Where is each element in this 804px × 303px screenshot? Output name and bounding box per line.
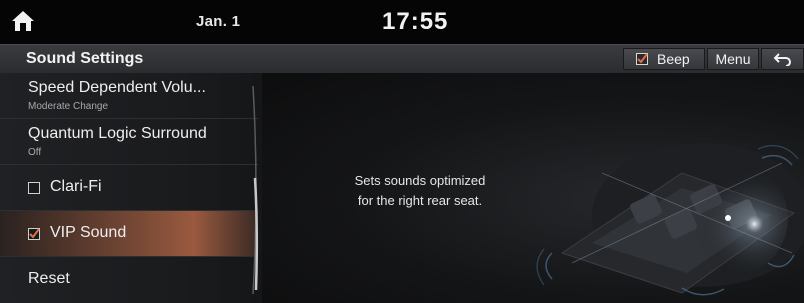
car-speaker-illustration	[536, 143, 804, 296]
home-icon[interactable]	[10, 8, 36, 34]
screen: Jan. 1 17:55 Sound Settings Beep Menu Sp…	[0, 0, 804, 303]
page-title: Sound Settings	[26, 50, 144, 67]
description-line-1: Sets sounds optimized	[354, 173, 486, 188]
description-line-2: for the right rear seat.	[357, 193, 483, 208]
list-item-label: Speed Dependent Volu...	[28, 79, 206, 96]
list-item-label: VIP Sound	[50, 224, 127, 241]
list-item-speed-dependent-volume[interactable]: Speed Dependent Volu... Moderate Change	[0, 73, 258, 119]
list-item-label: Clari-Fi	[50, 178, 102, 195]
list-item-label: Quantum Logic Surround	[28, 125, 207, 142]
description-text: Sets sounds optimized for the right rear…	[280, 171, 560, 211]
beep-label: Beep	[657, 51, 690, 67]
list-item-quantum-logic-surround[interactable]: Quantum Logic Surround Off	[0, 119, 258, 165]
list-scrollbar[interactable]	[252, 82, 260, 298]
beep-toggle-button[interactable]: Beep	[623, 48, 705, 70]
status-bar: Jan. 1 17:55	[0, 0, 804, 44]
settings-list: Speed Dependent Volu... Moderate Change …	[0, 73, 262, 303]
checkbox-icon[interactable]	[28, 228, 40, 240]
list-item-clari-fi[interactable]: Clari-Fi	[0, 165, 258, 211]
content-panel: Sets sounds optimized for the right rear…	[262, 73, 804, 303]
back-button[interactable]	[761, 48, 804, 70]
list-item-label: Reset	[28, 270, 70, 287]
clock: 17:55	[382, 8, 449, 35]
list-item-sublabel: Off	[28, 147, 42, 158]
checkbox-icon[interactable]	[28, 182, 40, 194]
title-bar: Sound Settings Beep Menu	[0, 44, 804, 74]
back-arrow-icon	[773, 53, 791, 66]
date-label: Jan. 1	[196, 13, 241, 30]
checkbox-icon	[636, 53, 648, 65]
menu-button[interactable]: Menu	[707, 48, 759, 70]
list-item-sublabel: Moderate Change	[28, 101, 109, 112]
list-item-vip-sound[interactable]: VIP Sound	[0, 211, 258, 257]
list-item-reset[interactable]: Reset	[0, 257, 258, 303]
